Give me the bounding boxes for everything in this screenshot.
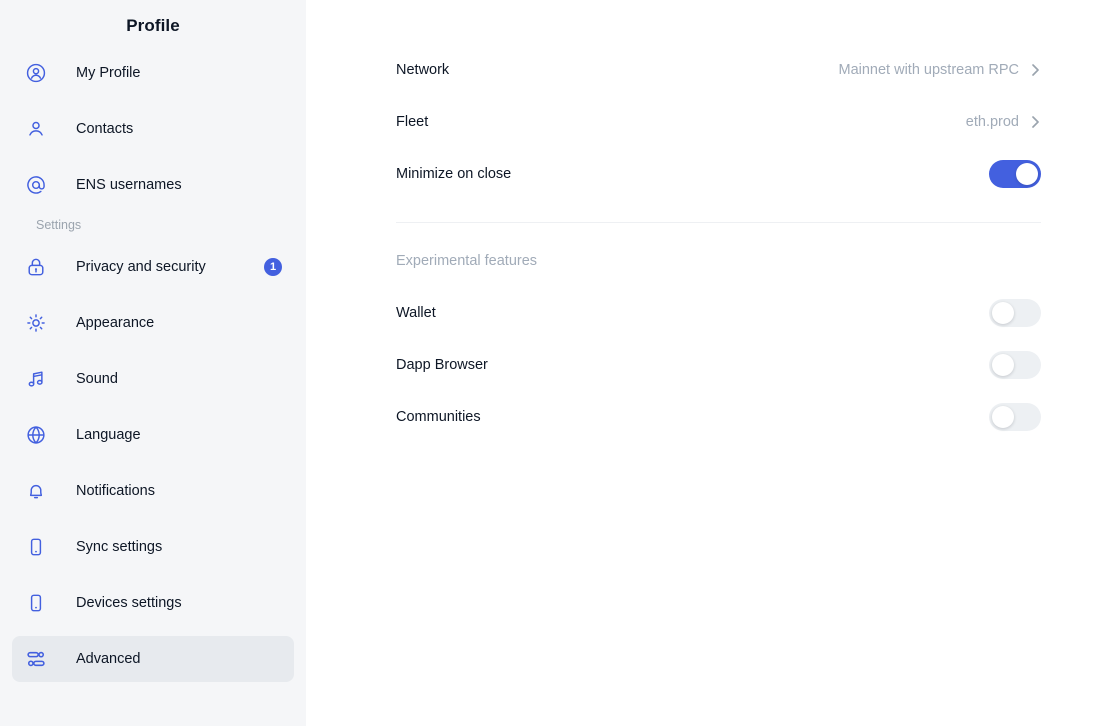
setting-value: Mainnet with upstream RPC <box>838 62 1019 78</box>
mobile-icon <box>24 535 48 559</box>
user-icon <box>24 117 48 141</box>
setting-row-wallet[interactable]: Wallet <box>396 287 1041 339</box>
bell-icon <box>24 479 48 503</box>
chevron-right-icon <box>1031 62 1041 78</box>
sidebar-item-contacts[interactable]: Contacts <box>12 106 294 152</box>
toggle-knob <box>992 302 1014 324</box>
globe-icon <box>24 423 48 447</box>
sidebar-item-label: Language <box>76 427 141 443</box>
sidebar-item-label: Devices settings <box>76 595 182 611</box>
sidebar-nav: My Profile Contacts ENS usernames Settin… <box>0 50 306 682</box>
setting-value-group: Mainnet with upstream RPC <box>838 62 1041 78</box>
sidebar-item-devices-settings[interactable]: Devices settings <box>12 580 294 626</box>
settings-list: Network Mainnet with upstream RPC Fleet … <box>306 0 1104 443</box>
sidebar-item-language[interactable]: Language <box>12 412 294 458</box>
setting-row-dapp-browser[interactable]: Dapp Browser <box>396 339 1041 391</box>
setting-value-group <box>989 160 1041 188</box>
sidebar-item-sound[interactable]: Sound <box>12 356 294 402</box>
sidebar-item-appearance[interactable]: Appearance <box>12 300 294 346</box>
toggle-minimize-on-close[interactable] <box>989 160 1041 188</box>
section-divider <box>396 222 1041 223</box>
sidebar-item-privacy-and-security[interactable]: Privacy and security 1 <box>12 244 294 290</box>
toggle-knob <box>992 406 1014 428</box>
status-badge: 1 <box>264 258 282 276</box>
setting-label: Minimize on close <box>396 166 512 182</box>
setting-label: Fleet <box>396 114 429 130</box>
toggle-dapp-browser[interactable] <box>989 351 1041 379</box>
lock-icon <box>24 255 48 279</box>
experimental-features-heading: Experimental features <box>396 253 538 269</box>
setting-row-fleet[interactable]: Fleet eth.prod <box>396 96 1041 148</box>
sidebar-item-notifications[interactable]: Notifications <box>12 468 294 514</box>
sidebar-item-label: ENS usernames <box>76 177 182 193</box>
sidebar-item-ens-usernames[interactable]: ENS usernames <box>12 162 294 208</box>
sidebar-item-label: Privacy and security <box>76 259 206 275</box>
setting-row-communities[interactable]: Communities <box>396 391 1041 443</box>
setting-row-network[interactable]: Network Mainnet with upstream RPC <box>396 44 1041 96</box>
setting-label: Network <box>396 62 450 78</box>
sidebar-item-sync-settings[interactable]: Sync settings <box>12 524 294 570</box>
sidebar: Profile My Profile Contacts ENS username… <box>0 0 306 726</box>
setting-label: Communities <box>396 409 481 425</box>
sidebar-section-settings-label: Settings <box>36 218 82 232</box>
settings-window: Profile My Profile Contacts ENS username… <box>0 0 1104 726</box>
music-note-icon <box>24 367 48 391</box>
sidebar-title: Profile <box>126 16 180 35</box>
setting-value: eth.prod <box>965 114 1019 130</box>
at-sign-icon <box>24 173 48 197</box>
sliders-icon <box>24 647 48 671</box>
sidebar-item-my-profile[interactable]: My Profile <box>12 50 294 96</box>
toggle-knob <box>1016 163 1038 185</box>
setting-row-minimize-on-close[interactable]: Minimize on close <box>396 148 1041 200</box>
setting-value-group <box>989 351 1041 379</box>
main-content: Network Mainnet with upstream RPC Fleet … <box>306 0 1104 726</box>
setting-value-group <box>989 299 1041 327</box>
sun-icon <box>24 311 48 335</box>
sidebar-item-label: My Profile <box>76 65 141 81</box>
sidebar-item-label: Contacts <box>76 121 134 137</box>
toggle-communities[interactable] <box>989 403 1041 431</box>
sidebar-item-label: Sound <box>76 371 118 387</box>
sidebar-item-label: Advanced <box>76 651 141 667</box>
sidebar-item-advanced[interactable]: Advanced <box>12 636 294 682</box>
user-circle-icon <box>24 61 48 85</box>
setting-value-group <box>989 403 1041 431</box>
chevron-right-icon <box>1031 114 1041 130</box>
setting-value-group: eth.prod <box>966 114 1041 130</box>
toggle-knob <box>992 354 1014 376</box>
setting-label: Wallet <box>396 305 436 321</box>
mobile-icon <box>24 591 48 615</box>
toggle-wallet[interactable] <box>989 299 1041 327</box>
sidebar-item-label: Appearance <box>76 315 155 331</box>
sidebar-item-label: Sync settings <box>76 539 163 555</box>
setting-label: Dapp Browser <box>396 357 488 373</box>
sidebar-item-label: Notifications <box>76 483 155 499</box>
